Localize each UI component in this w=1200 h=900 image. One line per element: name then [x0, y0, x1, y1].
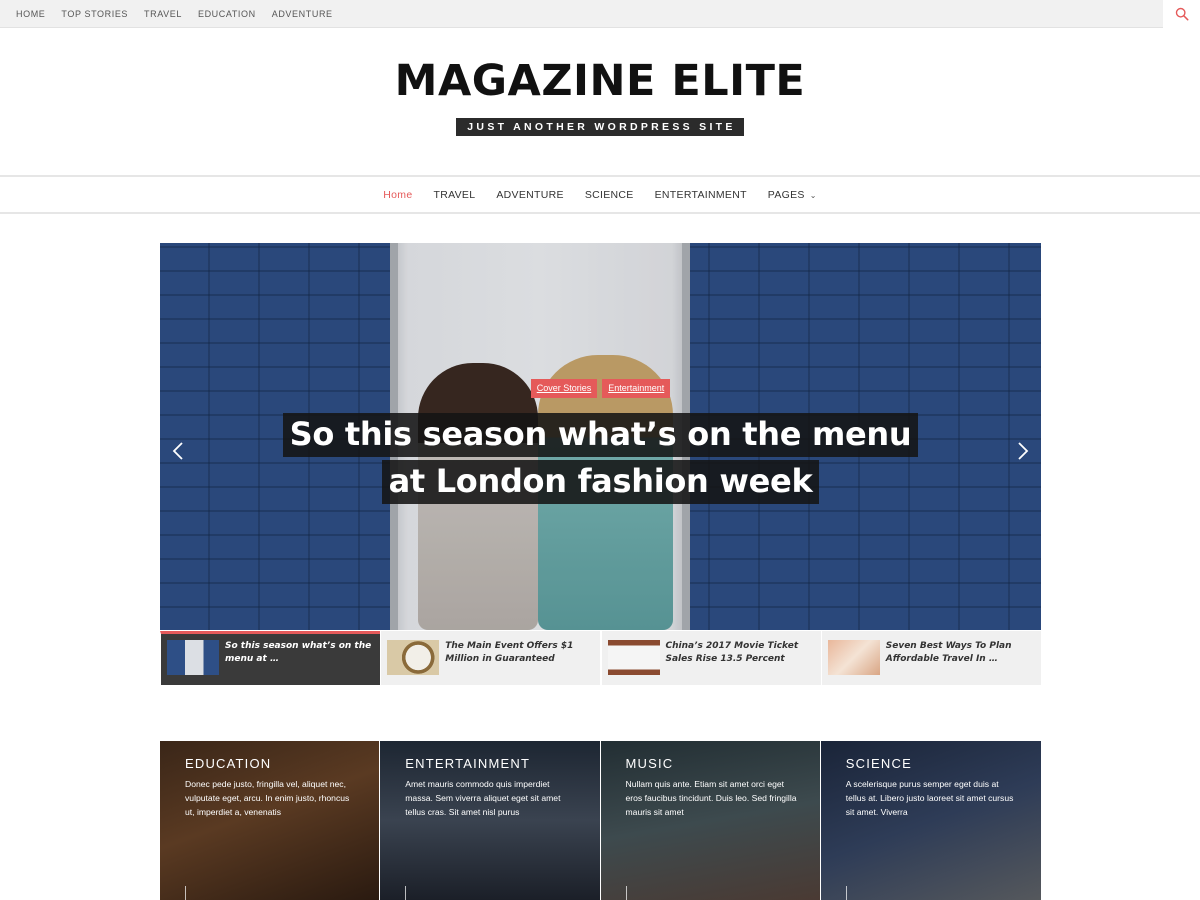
thumbnail-item[interactable]: China’s 2017 Movie Ticket Sales Rise 13.…	[600, 631, 821, 685]
nav-entertainment[interactable]: ENTERTAINMENT	[644, 189, 757, 201]
slider-prev-button[interactable]	[168, 439, 188, 463]
topnav-top-stories[interactable]: TOP STORIES	[53, 9, 136, 19]
chevron-left-icon	[172, 442, 183, 460]
slide-headline[interactable]: So this season what’s on the menu at Lon…	[160, 413, 1041, 507]
category-block-title[interactable]: SCIENCE	[846, 756, 1021, 771]
search-icon	[1175, 7, 1188, 21]
thumbnail-item[interactable]: The Main Event Offers $1 Million in Guar…	[380, 631, 601, 685]
thumbnail-image	[387, 640, 440, 675]
divider	[185, 886, 186, 900]
divider	[625, 886, 627, 900]
tagline-wrap: JUST ANOTHER WORDPRESS SITE	[0, 117, 1200, 136]
site-branding: MAGAZINE ELITE JUST ANOTHER WORDPRESS SI…	[0, 28, 1200, 175]
divider	[405, 886, 407, 900]
topnav-education[interactable]: EDUCATION	[190, 9, 264, 19]
divider	[845, 886, 847, 900]
nav-travel[interactable]: TRAVEL	[423, 189, 486, 201]
thumbnail-item[interactable]: So this season what’s on the menu at …	[160, 631, 380, 685]
thumbnail-title: So this season what’s on the menu at …	[225, 641, 372, 664]
slide-headline-line-2[interactable]: at London fashion week	[381, 460, 820, 504]
chevron-right-icon	[1018, 442, 1029, 460]
thumbnail-image	[167, 640, 219, 675]
category-block-text: Donec pede justo, fringilla vel, aliquet…	[185, 779, 350, 817]
category-block-music[interactable]: MUSIC Nullam quis ante. Etiam sit amet o…	[600, 741, 821, 900]
thumbnail-title: Seven Best Ways To Plan Affordable Trave…	[885, 641, 1012, 664]
category-block-title[interactable]: ENTERTAINMENT	[405, 756, 579, 771]
slide-categories: Cover Stories Entertainment	[160, 379, 1041, 398]
topnav-adventure[interactable]: ADVENTURE	[264, 9, 341, 19]
featured-slider: Cover Stories Entertainment So this seas…	[160, 243, 1041, 630]
slider-next-button[interactable]	[1013, 439, 1033, 463]
top-navigation: HOME TOP STORIES TRAVEL EDUCATION ADVENT…	[8, 0, 341, 28]
thumbnail-image	[827, 640, 880, 675]
nav-home[interactable]: Home	[373, 189, 423, 201]
category-blocks: EDUCATION Donec pede justo, fringilla ve…	[160, 741, 1041, 900]
top-bar: HOME TOP STORIES TRAVEL EDUCATION ADVENT…	[0, 0, 1200, 28]
site-tagline: JUST ANOTHER WORDPRESS SITE	[456, 118, 744, 136]
category-badge-entertainment[interactable]: Entertainment	[602, 379, 671, 398]
category-block-text: A scelerisque purus semper eget duis at …	[845, 779, 1014, 817]
category-badge-cover-stories[interactable]: Cover Stories	[530, 379, 598, 398]
thumbnail-title: China’s 2017 Movie Ticket Sales Rise 13.…	[665, 641, 799, 664]
thumbnail-title: The Main Event Offers $1 Million in Guar…	[445, 641, 574, 664]
site-title[interactable]: MAGAZINE ELITE	[0, 56, 1200, 106]
nav-adventure[interactable]: ADVENTURE	[486, 189, 574, 201]
category-block-entertainment[interactable]: ENTERTAINMENT Amet mauris commodo quis i…	[380, 741, 601, 900]
topnav-travel[interactable]: TRAVEL	[136, 9, 190, 19]
category-block-text: Nullam quis ante. Etiam sit amet orci eg…	[625, 779, 797, 817]
category-block-title[interactable]: EDUCATION	[185, 756, 359, 771]
category-block-title[interactable]: MUSIC	[626, 756, 800, 771]
slider-thumbnails: So this season what’s on the menu at … T…	[160, 631, 1041, 685]
category-block-education[interactable]: EDUCATION Donec pede justo, fringilla ve…	[160, 741, 381, 900]
nav-pages[interactable]: PAGES ⌄	[757, 189, 827, 201]
category-block-science[interactable]: SCIENCE A scelerisque purus semper eget …	[820, 741, 1041, 900]
slide-headline-line-1[interactable]: So this season what’s on the menu	[282, 413, 919, 457]
nav-science[interactable]: SCIENCE	[574, 189, 644, 201]
thumbnail-image	[607, 640, 660, 675]
category-block-text: Amet mauris commodo quis imperdiet massa…	[405, 779, 561, 817]
main-navigation: Home TRAVEL ADVENTURE SCIENCE ENTERTAINM…	[0, 175, 1200, 214]
thumbnail-item[interactable]: Seven Best Ways To Plan Affordable Trave…	[820, 631, 1041, 685]
chevron-down-icon: ⌄	[809, 190, 817, 200]
topnav-home[interactable]: HOME	[8, 9, 53, 19]
search-button[interactable]	[1163, 0, 1200, 28]
nav-pages-label: PAGES	[767, 188, 805, 201]
